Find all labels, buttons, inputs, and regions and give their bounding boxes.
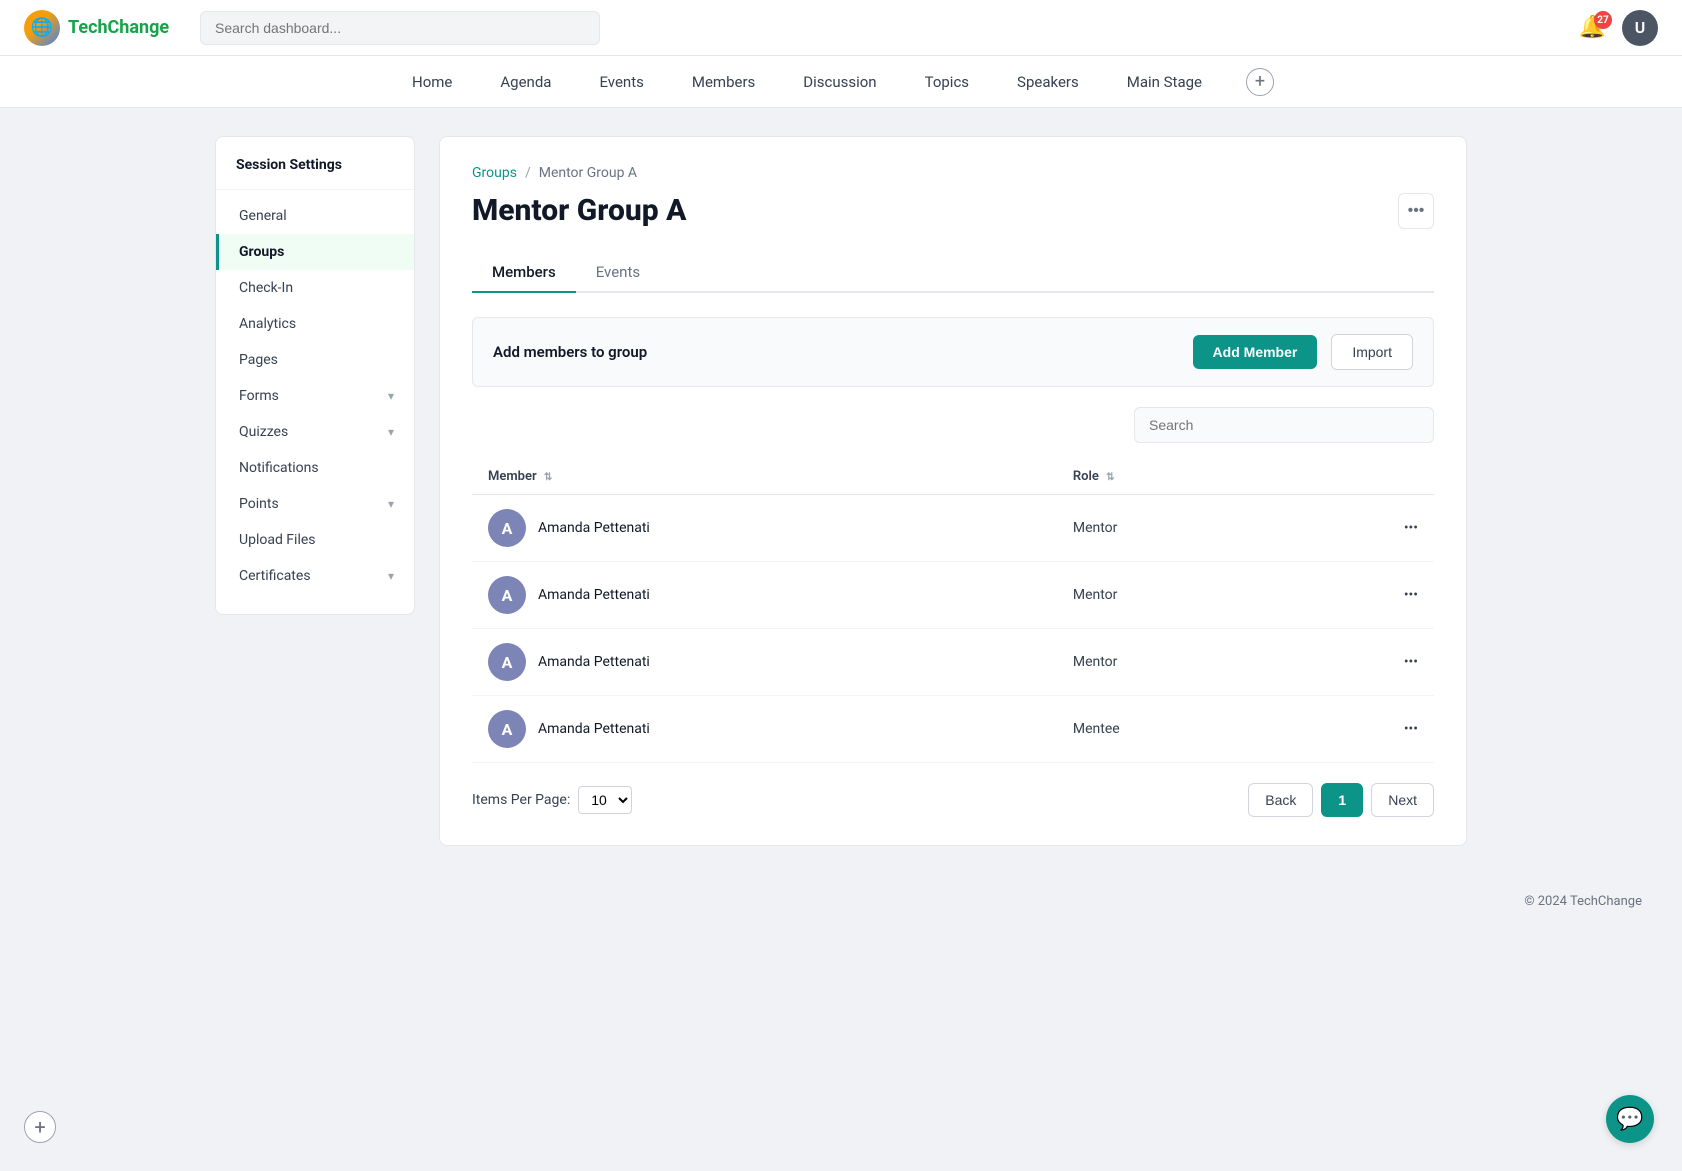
member-name: Amanda Pettenati xyxy=(538,721,650,737)
notification-bell[interactable]: 🔔 27 xyxy=(1579,15,1606,40)
members-table: Member ⇅ Role ⇅ A Amanda Pettenati xyxy=(472,459,1434,763)
sidebar-item-forms[interactable]: Forms ▾ xyxy=(216,378,414,414)
member-role-2: Mentor xyxy=(1057,562,1295,629)
sidebar-item-check-in[interactable]: Check-In xyxy=(216,270,414,306)
items-per-page: Items Per Page: 10 25 50 xyxy=(472,786,632,814)
back-button[interactable]: Back xyxy=(1248,783,1313,817)
sidebar-item-pages[interactable]: Pages xyxy=(216,342,414,378)
add-members-bar: Add members to group Add Member Import xyxy=(472,317,1434,387)
sidebar-item-certificates[interactable]: Certificates ▾ xyxy=(216,558,414,594)
sidebar: Session Settings General Groups Check-In… xyxy=(215,136,415,615)
table-row: A Amanda Pettenati Mentor ••• xyxy=(472,495,1434,562)
import-button[interactable]: Import xyxy=(1331,334,1413,370)
tab-events[interactable]: Events xyxy=(576,253,660,293)
sidebar-item-upload-files[interactable]: Upload Files xyxy=(216,522,414,558)
items-per-page-label: Items Per Page: xyxy=(472,792,570,808)
member-role-3: Mentor xyxy=(1057,629,1295,696)
sidebar-item-points[interactable]: Points ▾ xyxy=(216,486,414,522)
main-layout: Session Settings General Groups Check-In… xyxy=(191,136,1491,846)
row-action-menu-4[interactable]: ••• xyxy=(1295,696,1434,763)
sort-arrows-icon[interactable]: ⇅ xyxy=(1106,472,1114,483)
avatar: A xyxy=(488,509,526,547)
row-action-menu-2[interactable]: ••• xyxy=(1295,562,1434,629)
top-header: 🌐 TechChange 🔔 27 U xyxy=(0,0,1682,56)
nav-add-button[interactable]: + xyxy=(1246,68,1274,96)
header-right: 🔔 27 U xyxy=(1579,10,1658,46)
sidebar-item-quizzes[interactable]: Quizzes ▾ xyxy=(216,414,414,450)
nav-item-main-stage[interactable]: Main Stage xyxy=(1123,57,1206,107)
breadcrumb: Groups / Mentor Group A xyxy=(472,165,1434,181)
avatar: A xyxy=(488,710,526,748)
avatar[interactable]: U xyxy=(1622,10,1658,46)
page-title: Mentor Group A xyxy=(472,193,686,228)
add-member-actions: Add Member Import xyxy=(1193,334,1413,370)
col-header-member: Member ⇅ xyxy=(472,459,1057,495)
add-members-label: Add members to group xyxy=(493,343,647,361)
next-button[interactable]: Next xyxy=(1371,783,1434,817)
nav-item-members[interactable]: Members xyxy=(688,57,759,107)
notification-badge: 27 xyxy=(1594,11,1612,29)
table-row: A Amanda Pettenati Mentee ••• xyxy=(472,696,1434,763)
row-action-menu-3[interactable]: ••• xyxy=(1295,629,1434,696)
bottom-add-button[interactable]: + xyxy=(24,1111,56,1143)
nav-item-discussion[interactable]: Discussion xyxy=(799,57,880,107)
items-per-page-select[interactable]: 10 25 50 xyxy=(578,786,632,814)
nav-bar: Home Agenda Events Members Discussion To… xyxy=(0,56,1682,108)
member-cell-4: A Amanda Pettenati xyxy=(472,696,1057,763)
pagination-controls: Back 1 Next xyxy=(1248,783,1434,817)
member-name: Amanda Pettenati xyxy=(538,587,650,603)
member-name: Amanda Pettenati xyxy=(538,654,650,670)
breadcrumb-groups-link[interactable]: Groups xyxy=(472,165,517,181)
logo[interactable]: 🌐 TechChange xyxy=(24,10,184,46)
chevron-down-icon: ▾ xyxy=(388,497,394,511)
nav-item-topics[interactable]: Topics xyxy=(921,57,973,107)
sidebar-item-notifications[interactable]: Notifications xyxy=(216,450,414,486)
chevron-down-icon: ▾ xyxy=(388,425,394,439)
nav-item-speakers[interactable]: Speakers xyxy=(1013,57,1083,107)
breadcrumb-current: Mentor Group A xyxy=(539,165,637,181)
member-cell-1: A Amanda Pettenati xyxy=(472,495,1057,562)
footer: © 2024 TechChange xyxy=(0,874,1682,929)
nav-item-agenda[interactable]: Agenda xyxy=(496,57,555,107)
copyright-text: © 2024 TechChange xyxy=(1524,894,1642,909)
tab-members[interactable]: Members xyxy=(472,253,576,293)
member-cell-3: A Amanda Pettenati xyxy=(472,629,1057,696)
chevron-down-icon: ▾ xyxy=(388,389,394,403)
content-area: Groups / Mentor Group A Mentor Group A •… xyxy=(439,136,1467,846)
member-role-4: Mentee xyxy=(1057,696,1295,763)
tabs: Members Events xyxy=(472,253,1434,293)
logo-text: TechChange xyxy=(68,17,169,38)
sort-arrows-icon[interactable]: ⇅ xyxy=(544,472,552,483)
member-search-input[interactable] xyxy=(1134,407,1434,443)
avatar: A xyxy=(488,643,526,681)
col-header-role: Role ⇅ xyxy=(1057,459,1295,495)
nav-item-events[interactable]: Events xyxy=(595,57,647,107)
table-row: A Amanda Pettenati Mentor ••• xyxy=(472,562,1434,629)
search-input[interactable] xyxy=(200,11,600,45)
chat-button[interactable]: 💬 xyxy=(1606,1095,1654,1143)
avatar: A xyxy=(488,576,526,614)
sidebar-item-general[interactable]: General xyxy=(216,198,414,234)
table-row: A Amanda Pettenati Mentor ••• xyxy=(472,629,1434,696)
member-name: Amanda Pettenati xyxy=(538,520,650,536)
member-cell-2: A Amanda Pettenati xyxy=(472,562,1057,629)
page-1-button[interactable]: 1 xyxy=(1321,783,1363,817)
logo-icon: 🌐 xyxy=(24,10,60,46)
breadcrumb-separator: / xyxy=(525,165,531,181)
member-role-1: Mentor xyxy=(1057,495,1295,562)
sidebar-item-groups[interactable]: Groups xyxy=(216,234,414,270)
sidebar-title: Session Settings xyxy=(216,157,414,190)
nav-item-home[interactable]: Home xyxy=(408,57,456,107)
pagination-bar: Items Per Page: 10 25 50 Back 1 Next xyxy=(472,783,1434,817)
row-action-menu-1[interactable]: ••• xyxy=(1295,495,1434,562)
search-container xyxy=(472,407,1434,443)
page-header: Mentor Group A ••• xyxy=(472,193,1434,229)
sidebar-item-analytics[interactable]: Analytics xyxy=(216,306,414,342)
col-header-actions xyxy=(1295,459,1434,495)
add-member-button[interactable]: Add Member xyxy=(1193,335,1318,369)
chevron-down-icon: ▾ xyxy=(388,569,394,583)
more-options-button[interactable]: ••• xyxy=(1398,193,1434,229)
